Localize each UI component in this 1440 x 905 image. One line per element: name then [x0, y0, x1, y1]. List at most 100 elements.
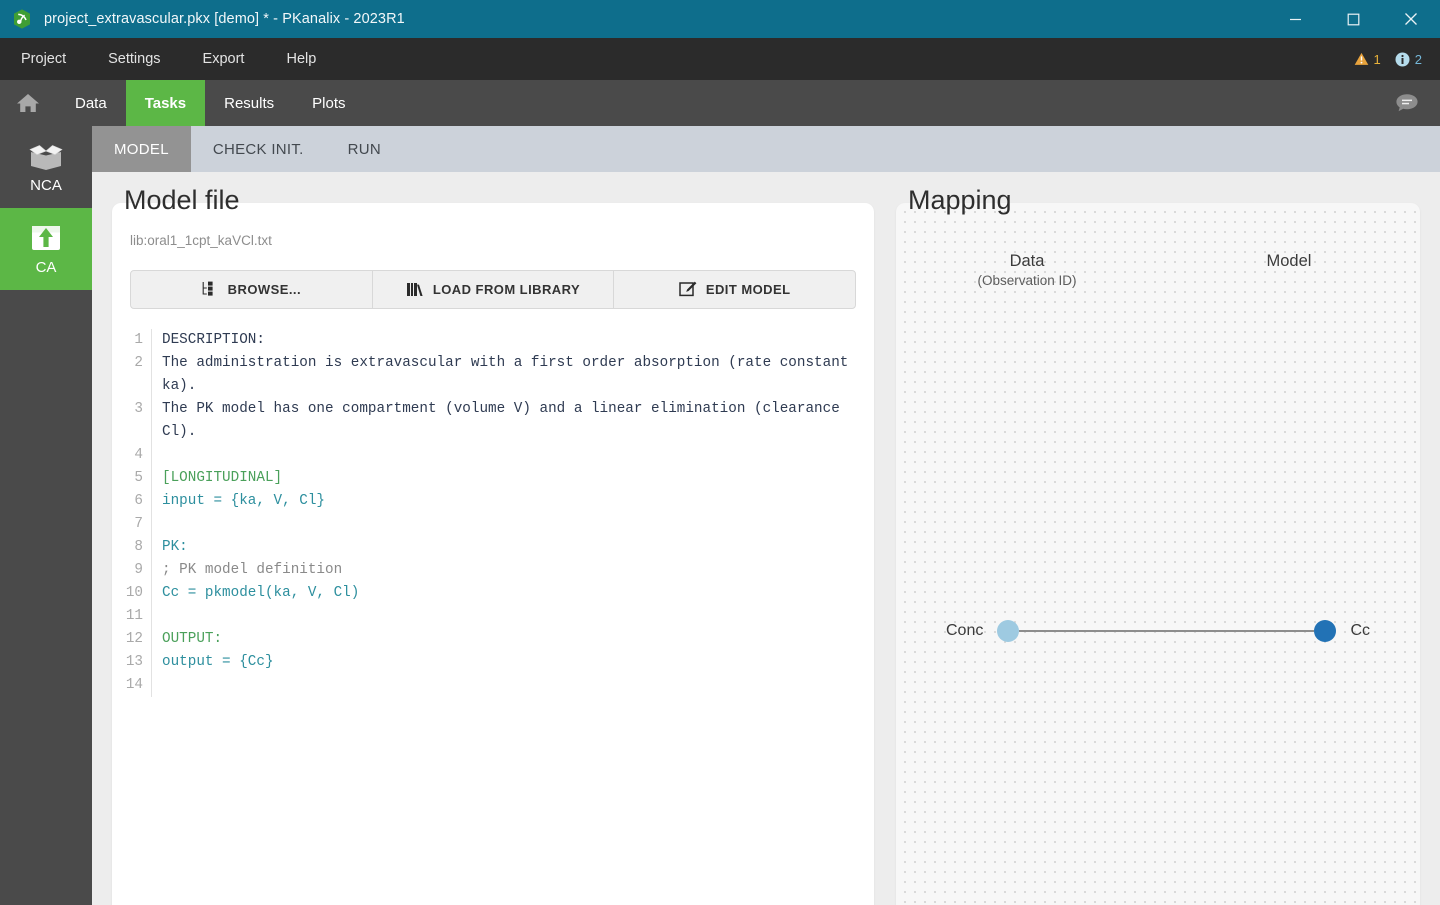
home-icon: [16, 92, 40, 114]
mapping-data-label: Conc: [946, 622, 983, 640]
warning-triangle-icon: [1354, 52, 1369, 66]
code-line: [162, 605, 874, 628]
warning-status-badge[interactable]: 1: [1354, 52, 1381, 67]
warning-count: 1: [1374, 52, 1381, 67]
model-action-buttons: BROWSE... LOAD FROM LIBRARY: [130, 270, 856, 309]
closed-box-arrow-icon: [28, 222, 64, 254]
model-file-title: Model file: [112, 172, 874, 220]
line-number: 6: [112, 490, 143, 513]
panes-container: Model file lib:oral1_1cpt_kaVCl.txt: [92, 172, 1440, 905]
line-number: 3: [112, 398, 143, 421]
model-file-card: lib:oral1_1cpt_kaVCl.txt BROWSE...: [112, 203, 874, 905]
menu-bar: Project Settings Export Help 1 2: [0, 38, 1440, 80]
code-line: output = {Cc}: [162, 651, 874, 674]
nav-tab-tasks[interactable]: Tasks: [126, 80, 205, 126]
line-number: 9: [112, 559, 143, 582]
code-line: [LONGITUDINAL]: [162, 467, 874, 490]
mapping-column-headers: Data (Observation ID) Model: [896, 221, 1420, 290]
home-button[interactable]: [0, 80, 56, 126]
tab-run[interactable]: RUN: [326, 126, 403, 172]
mapping-column-data-sublabel: (Observation ID): [896, 272, 1158, 290]
comment-button[interactable]: [1394, 80, 1440, 126]
sidebar-item-ca[interactable]: CA: [0, 208, 92, 290]
mapping-column-model: Model: [1158, 251, 1420, 290]
tab-label: RUN: [348, 141, 381, 158]
tab-check-init[interactable]: CHECK INIT.: [191, 126, 326, 172]
line-number: 7: [112, 513, 143, 536]
tab-model[interactable]: MODEL: [92, 126, 191, 172]
code-text: DESCRIPTION: The administration is extra…: [152, 329, 874, 697]
window-title: project_extravascular.pkx [demo] * - PKa…: [44, 11, 405, 27]
code-line: PK:: [162, 536, 874, 559]
mapping-link-row: Conc Cc: [946, 620, 1370, 642]
info-circle-icon: [1395, 52, 1410, 67]
window-title-bar: project_extravascular.pkx [demo] * - PKa…: [0, 0, 1440, 38]
line-number: 8: [112, 536, 143, 559]
sidebar-item-label: NCA: [30, 177, 62, 194]
nav-tab-data[interactable]: Data: [56, 80, 126, 126]
menu-item-label: Help: [286, 51, 316, 67]
info-status-badge[interactable]: 2: [1395, 52, 1422, 67]
mapping-column-data-label: Data: [896, 251, 1158, 272]
comment-bubble-icon: [1394, 92, 1420, 114]
code-line: The PK model has one compartment (volume…: [162, 398, 874, 444]
model-file-pane: Model file lib:oral1_1cpt_kaVCl.txt: [112, 172, 874, 905]
open-box-icon: [25, 140, 67, 172]
folder-tree-icon: [202, 281, 219, 297]
sidebar-item-label: CA: [36, 259, 57, 276]
code-line: input = {ka, V, Cl}: [162, 490, 874, 513]
browse-button[interactable]: BROWSE...: [131, 271, 373, 308]
line-number: 14: [112, 674, 143, 697]
mapping-column-model-label: Model: [1158, 251, 1420, 272]
model-file-path: lib:oral1_1cpt_kaVCl.txt: [112, 221, 874, 248]
window-controls: [1266, 0, 1440, 38]
app-body: NCA CA MODEL CHECK INIT. RUN: [0, 126, 1440, 905]
mapping-edge[interactable]: [1019, 630, 1314, 632]
code-line: DESCRIPTION:: [162, 329, 874, 352]
code-line: [162, 444, 874, 467]
info-count: 2: [1415, 52, 1422, 67]
mapping-model-node[interactable]: [1314, 620, 1336, 642]
line-number: 5: [112, 467, 143, 490]
button-label: EDIT MODEL: [706, 282, 791, 297]
code-line: ; PK model definition: [162, 559, 874, 582]
task-subtab-bar: MODEL CHECK INIT. RUN: [92, 126, 1440, 172]
menu-item-help[interactable]: Help: [265, 38, 337, 80]
books-icon: [406, 281, 424, 297]
code-line: [162, 513, 874, 536]
line-number: 12: [112, 628, 143, 651]
sidebar-item-nca[interactable]: NCA: [0, 126, 92, 208]
code-line: OUTPUT:: [162, 628, 874, 651]
line-number: 2: [112, 352, 143, 375]
code-line: [162, 674, 874, 697]
mapping-title: Mapping: [896, 172, 1420, 220]
model-code-viewer[interactable]: 1 2 3 4 5 6 7 8 9 10 11: [112, 329, 874, 697]
line-number: 4: [112, 444, 143, 467]
tab-label: MODEL: [114, 141, 169, 158]
menu-item-label: Settings: [108, 51, 160, 67]
mapping-column-data: Data (Observation ID): [896, 251, 1158, 290]
main-navigation-bar: Data Tasks Results Plots: [0, 80, 1440, 126]
mapping-data-node[interactable]: [997, 620, 1019, 642]
nav-tab-results[interactable]: Results: [205, 80, 293, 126]
menu-item-settings[interactable]: Settings: [87, 38, 181, 80]
minimize-icon[interactable]: [1266, 0, 1324, 38]
pkanalix-logo-icon: [11, 8, 33, 30]
nav-tab-label: Plots: [312, 95, 345, 112]
nav-tab-label: Results: [224, 95, 274, 112]
maximize-icon[interactable]: [1324, 0, 1382, 38]
load-from-library-button[interactable]: LOAD FROM LIBRARY: [373, 271, 615, 308]
mapping-pane: Mapping Data (Observation ID) Model C: [896, 172, 1420, 905]
mapping-card: Data (Observation ID) Model Conc: [896, 203, 1420, 905]
nav-tab-plots[interactable]: Plots: [293, 80, 364, 126]
line-number: 11: [112, 605, 143, 628]
edit-model-button[interactable]: EDIT MODEL: [614, 271, 855, 308]
menu-item-project[interactable]: Project: [0, 38, 87, 80]
menu-item-label: Project: [21, 51, 66, 67]
main-content: MODEL CHECK INIT. RUN Model file lib:ora…: [92, 126, 1440, 905]
menu-item-export[interactable]: Export: [182, 38, 266, 80]
button-label: LOAD FROM LIBRARY: [433, 282, 580, 297]
close-icon[interactable]: [1382, 0, 1440, 38]
menu-item-label: Export: [203, 51, 245, 67]
button-label: BROWSE...: [228, 282, 301, 297]
